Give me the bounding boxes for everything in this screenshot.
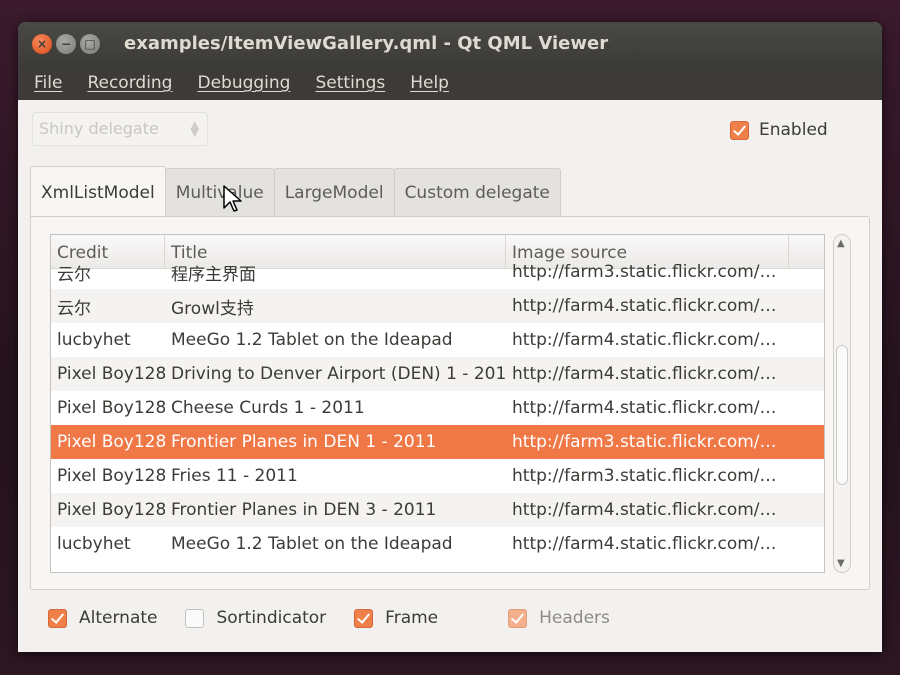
headers-label: Headers xyxy=(539,608,610,628)
maximize-icon: □ xyxy=(84,37,96,51)
enabled-checkbox[interactable]: Enabled xyxy=(730,120,828,140)
cell-title: Frontier Planes in DEN 3 - 2011 xyxy=(171,500,437,520)
tab-xmllistmodel[interactable]: XmlListModel xyxy=(30,166,166,216)
cell-image-source: http://farm4.static.flickr.com/… xyxy=(512,500,777,520)
cell-image-source: http://farm3.static.flickr.com/… xyxy=(512,432,777,452)
table-row[interactable]: Pixel Boy128 Cheese Curds 1 - 2011 http:… xyxy=(51,391,824,425)
scroll-down-icon[interactable]: ▼ xyxy=(837,558,845,569)
table-row[interactable]: lucbyhet MeeGo 1.2 Tablet on the Ideapad… xyxy=(51,527,824,561)
cell-image-source: http://farm4.static.flickr.com/… xyxy=(512,398,777,418)
tab-panel: Credit Title Image source 云尔 程序主界面 http:… xyxy=(30,216,870,590)
app-window: × − □ examples/ItemViewGallery.qml - Qt … xyxy=(18,22,882,652)
cell-title: Frontier Planes in DEN 1 - 2011 xyxy=(171,432,437,452)
cell-credit: Pixel Boy128 xyxy=(57,364,165,384)
close-window-button[interactable]: × xyxy=(32,34,52,54)
maximize-window-button[interactable]: □ xyxy=(80,34,100,54)
cell-image-source: http://farm3.static.flickr.com/… xyxy=(512,262,777,282)
frame-check-icon[interactable] xyxy=(354,608,374,628)
cell-credit: 云尔 xyxy=(57,264,91,285)
minimize-icon: − xyxy=(60,37,72,51)
cell-credit: Pixel Boy128 xyxy=(57,500,165,520)
view-options: Alternate Sortindicator Frame Headers xyxy=(48,608,638,628)
tab-bar: XmlListModel Multivalue LargeModel Custo… xyxy=(30,166,561,216)
scroll-up-icon[interactable]: ▲ xyxy=(837,238,845,249)
cell-credit: lucbyhet xyxy=(57,330,131,350)
table-row[interactable]: Pixel Boy128 Frontier Planes in DEN 3 - … xyxy=(51,493,824,527)
menu-bar: File Recording Debugging Settings Help xyxy=(18,66,882,100)
cell-title: Fries 11 - 2011 xyxy=(171,466,298,486)
menu-recording[interactable]: Recording xyxy=(87,73,172,93)
minimize-window-button[interactable]: − xyxy=(56,34,76,54)
updown-arrow-icon: ▲ ▼ xyxy=(190,118,199,139)
frame-label: Frame xyxy=(385,608,439,628)
cell-image-source: http://farm4.static.flickr.com/… xyxy=(512,296,777,316)
cell-title: Growl支持 xyxy=(171,298,254,319)
headers-check-icon[interactable] xyxy=(508,608,528,628)
delegate-combo-box: Shiny delegate ▲ ▼ xyxy=(32,112,208,146)
table-row[interactable]: 云尔 Growl支持 http://farm4.static.flickr.co… xyxy=(51,289,824,323)
headers-checkbox[interactable]: Headers xyxy=(508,608,610,628)
table-row[interactable]: 云尔 程序主界面 http://farm3.static.flickr.com/… xyxy=(51,255,824,289)
table-row[interactable]: Pixel Boy128 Fries 11 - 2011 http://farm… xyxy=(51,459,824,493)
cell-image-source: http://farm4.static.flickr.com/… xyxy=(512,534,777,554)
table-rows: 云尔 程序主界面 http://farm3.static.flickr.com/… xyxy=(51,255,824,561)
tab-largemodel[interactable]: LargeModel xyxy=(273,168,395,216)
cell-credit: Pixel Boy128 xyxy=(57,466,165,486)
cell-credit: 云尔 xyxy=(57,298,91,319)
tab-multivalue[interactable]: Multivalue xyxy=(164,168,275,216)
table-row[interactable]: Pixel Boy128 Driving to Denver Airport (… xyxy=(51,357,824,391)
alternate-check-icon[interactable] xyxy=(48,608,67,628)
title-bar[interactable]: × − □ examples/ItemViewGallery.qml - Qt … xyxy=(18,22,882,66)
cell-image-source: http://farm4.static.flickr.com/… xyxy=(512,364,777,384)
cell-title: MeeGo 1.2 Tablet on the Ideapad xyxy=(171,330,453,350)
alternate-label: Alternate xyxy=(79,608,158,628)
enabled-label: Enabled xyxy=(759,120,828,140)
scrollbar-thumb[interactable] xyxy=(836,345,848,485)
vertical-scrollbar[interactable]: ▲ ▼ xyxy=(833,234,851,573)
table-row-selected[interactable]: Pixel Boy128 Frontier Planes in DEN 1 - … xyxy=(51,425,824,459)
cell-image-source: http://farm3.static.flickr.com/… xyxy=(512,466,777,486)
item-table[interactable]: Credit Title Image source 云尔 程序主界面 http:… xyxy=(50,234,825,573)
delegate-combo-value: Shiny delegate xyxy=(39,119,159,138)
tab-custom-delegate[interactable]: Custom delegate xyxy=(393,168,561,216)
cell-title: MeeGo 1.2 Tablet on the Ideapad xyxy=(171,534,453,554)
alternate-checkbox[interactable]: Alternate xyxy=(48,608,157,628)
sortindicator-check-icon[interactable] xyxy=(185,608,205,628)
window-controls: × − □ xyxy=(32,34,100,54)
cell-credit: Pixel Boy128 xyxy=(57,398,165,418)
cell-credit: Pixel Boy128 xyxy=(57,432,165,452)
sortindicator-checkbox[interactable]: Sortindicator xyxy=(185,608,326,628)
main-content: Shiny delegate ▲ ▼ Enabled XmlListModel M… xyxy=(18,100,882,652)
cell-credit: lucbyhet xyxy=(57,534,131,554)
cell-title: 程序主界面 xyxy=(171,264,256,285)
close-icon: × xyxy=(36,37,48,51)
sortindicator-label: Sortindicator xyxy=(216,608,327,628)
menu-help[interactable]: Help xyxy=(410,73,449,93)
menu-file[interactable]: File xyxy=(34,73,62,93)
mouse-pointer-icon xyxy=(223,185,242,212)
window-title: examples/ItemViewGallery.qml - Qt QML Vi… xyxy=(124,33,609,54)
cell-title: Driving to Denver Airport (DEN) 1 - 2011 xyxy=(171,364,506,384)
cell-image-source: http://farm4.static.flickr.com/… xyxy=(512,330,777,350)
cell-title: Cheese Curds 1 - 2011 xyxy=(171,398,365,418)
enabled-check-icon[interactable] xyxy=(730,120,749,140)
frame-checkbox[interactable]: Frame xyxy=(354,608,438,628)
table-row[interactable]: lucbyhet MeeGo 1.2 Tablet on the Ideapad… xyxy=(51,323,824,357)
menu-settings[interactable]: Settings xyxy=(315,73,385,93)
menu-debugging[interactable]: Debugging xyxy=(197,73,290,93)
